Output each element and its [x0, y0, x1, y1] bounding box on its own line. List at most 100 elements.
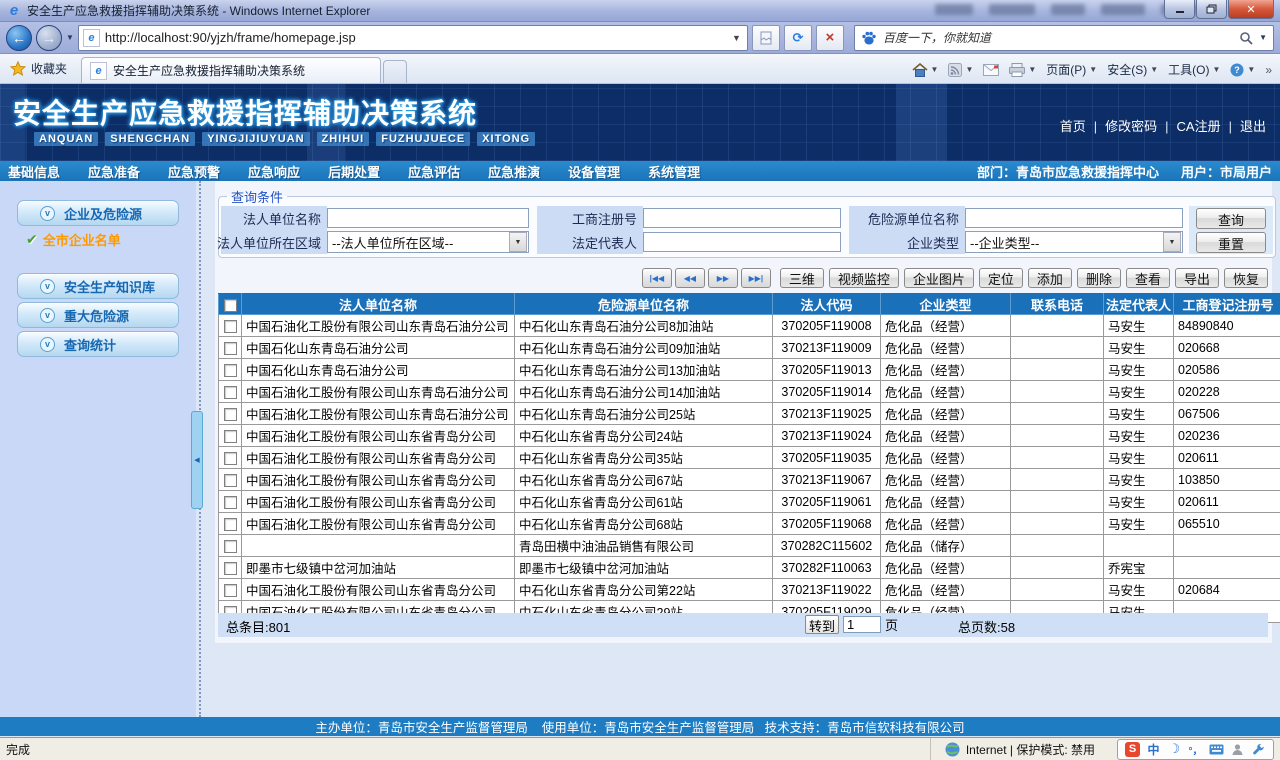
goto-page-button[interactable]: 转到	[805, 615, 839, 634]
row-checkbox[interactable]	[223, 429, 237, 443]
sogou-logo-icon[interactable]: S	[1125, 741, 1140, 757]
corp-region-select[interactable]: --法人单位所在区域-- ▼	[327, 231, 529, 253]
forward-button[interactable]: →	[36, 24, 62, 51]
settings-wrench-icon[interactable]	[1251, 742, 1266, 757]
toolbar-button[interactable]: 删除	[1076, 268, 1121, 288]
banner-link[interactable]: 首页	[1056, 116, 1090, 135]
corp-name-input[interactable]	[327, 208, 529, 228]
table-cell	[1010, 490, 1104, 513]
row-checkbox[interactable]	[223, 561, 237, 575]
page-menu[interactable]: 页面(P) ▼	[1046, 61, 1097, 78]
sidebar-item-query-statistics[interactable]: v 查询统计	[17, 331, 179, 357]
table-toolbar: |◀◀ ◀◀ ▶▶ ▶▶| 三维 视频监控 企业图片 定位 添加 删除 查看 导出 恢复	[218, 267, 1268, 289]
legal-rep-input[interactable]	[643, 232, 841, 252]
row-checkbox[interactable]	[223, 473, 237, 487]
home-button[interactable]: ▼	[912, 62, 938, 77]
nav-item[interactable]: 系统管理	[648, 162, 700, 181]
tools-menu[interactable]: 工具(O) ▼	[1168, 61, 1220, 78]
enterprise-type-select[interactable]: --企业类型-- ▼	[965, 231, 1183, 253]
search-input[interactable]: 百度一下，你就知道	[883, 29, 1233, 46]
search-button[interactable]: 查询	[1196, 207, 1266, 229]
nav-item[interactable]: 基础信息	[8, 162, 60, 181]
hazard-name-input[interactable]	[965, 208, 1183, 228]
punctuation-icon[interactable]: °，	[1188, 742, 1203, 757]
feeds-button[interactable]: ▼	[948, 62, 973, 77]
back-button[interactable]: ←	[6, 24, 32, 51]
nav-item[interactable]: 应急响应	[248, 162, 300, 181]
sidebar-item-major-hazards[interactable]: v 重大危险源	[17, 302, 179, 328]
user-profile-icon[interactable]	[1230, 742, 1245, 757]
security-menu[interactable]: 安全(S) ▼	[1107, 61, 1158, 78]
sidebar-collapse-handle[interactable]: ◀	[191, 411, 203, 509]
sidebar-item-enterprise-hazards[interactable]: v 企业及危险源	[17, 200, 179, 226]
collapse-arrow-icon: ◀	[194, 457, 200, 464]
banner-link[interactable]: CA注册	[1161, 116, 1224, 135]
row-checkbox[interactable]	[223, 451, 237, 465]
new-tab-button[interactable]	[383, 60, 408, 83]
tab-active[interactable]: e 安全生产应急救援指挥辅助决策系统	[81, 57, 382, 83]
banner-link[interactable]: 修改密码	[1090, 116, 1161, 135]
soft-keyboard-icon[interactable]	[1209, 742, 1224, 757]
search-engine-dropdown-icon[interactable]: ▼	[1259, 33, 1267, 42]
help-menu[interactable]: ? ▼	[1230, 63, 1255, 77]
row-checkbox[interactable]	[223, 517, 237, 531]
nav-item[interactable]: 后期处置	[328, 162, 380, 181]
row-checkbox[interactable]	[223, 363, 237, 377]
print-button[interactable]: ▼	[1009, 62, 1036, 77]
search-icon[interactable]	[1239, 31, 1253, 45]
chinese-mode-icon[interactable]: 中	[1146, 742, 1161, 757]
row-checkbox[interactable]	[223, 539, 237, 553]
url-text[interactable]: http://localhost:90/yjzh/frame/homepage.…	[105, 30, 725, 45]
nav-item[interactable]: 应急推演	[488, 162, 540, 181]
url-dropdown-icon[interactable]: ▼	[730, 33, 743, 43]
pager-button[interactable]: |◀◀	[641, 268, 672, 288]
goto-page-input[interactable]	[843, 616, 881, 633]
sidebar-item-safety-knowledge-base[interactable]: v 安全生产知识库	[17, 273, 179, 299]
select-all-checkbox[interactable]	[223, 298, 237, 312]
fullwidth-moon-icon[interactable]: ☽	[1167, 741, 1182, 757]
refresh-button[interactable]: ⟳	[783, 24, 812, 51]
overflow-chevron-icon[interactable]: »	[1265, 63, 1272, 77]
row-checkbox[interactable]	[223, 407, 237, 421]
favorites-button[interactable]: 收藏夹	[0, 60, 81, 83]
favorites-label[interactable]: 收藏夹	[31, 60, 67, 77]
row-checkbox[interactable]	[223, 495, 237, 509]
nav-item[interactable]: 应急预警	[168, 162, 220, 181]
table-cell	[1010, 446, 1104, 469]
banner-link[interactable]: 退出	[1225, 116, 1270, 135]
compatibility-view-button[interactable]	[751, 24, 780, 51]
recent-pages-dropdown-icon[interactable]: ▼	[66, 33, 74, 42]
url-box[interactable]: e http://localhost:90/yjzh/frame/homepag…	[77, 24, 748, 51]
toolbar-button[interactable]: 定位	[978, 268, 1023, 288]
stop-button[interactable]: ×	[815, 24, 844, 51]
row-checkbox[interactable]	[223, 341, 237, 355]
read-mail-button[interactable]	[983, 63, 1000, 76]
row-checkbox[interactable]	[223, 319, 237, 333]
toolbar-button[interactable]: 三维	[779, 268, 824, 288]
toolbar-button[interactable]: 查看	[1125, 268, 1170, 288]
toolbar-button[interactable]: 企业图片	[903, 268, 974, 288]
table-cell: 马安生	[1103, 424, 1174, 447]
table-row: 中国石油化工股份有限公司山东省青岛分公司 中石化山东省青岛分公司67站 370213…	[218, 468, 1280, 491]
row-checkbox[interactable]	[223, 583, 237, 597]
pager-button[interactable]: ▶▶	[707, 268, 738, 288]
reset-button[interactable]: 重置	[1196, 231, 1266, 253]
nav-item[interactable]: 应急准备	[88, 162, 140, 181]
toolbar-button[interactable]: 视频监控	[828, 268, 899, 288]
minimize-button[interactable]	[1164, 0, 1195, 19]
table-cell: 020611	[1173, 446, 1280, 469]
search-box[interactable]: 百度一下，你就知道 ▼	[853, 24, 1274, 51]
toolbar-button[interactable]: 添加	[1027, 268, 1072, 288]
close-button[interactable]: ✕	[1228, 0, 1274, 19]
nav-item[interactable]: 设备管理	[568, 162, 620, 181]
business-reg-no-input[interactable]	[643, 208, 841, 228]
sidebar-item-citywide-enterprise-list[interactable]: ✔ 全市企业名单	[26, 230, 121, 249]
restore-button[interactable]	[1196, 0, 1227, 19]
table-cell: 马安生	[1103, 446, 1174, 469]
pager-button[interactable]: ◀◀	[674, 268, 705, 288]
toolbar-button[interactable]: 导出	[1174, 268, 1219, 288]
pager-button[interactable]: ▶▶|	[740, 268, 771, 288]
row-checkbox[interactable]	[223, 385, 237, 399]
toolbar-button[interactable]: 恢复	[1223, 268, 1268, 288]
nav-item[interactable]: 应急评估	[408, 162, 460, 181]
